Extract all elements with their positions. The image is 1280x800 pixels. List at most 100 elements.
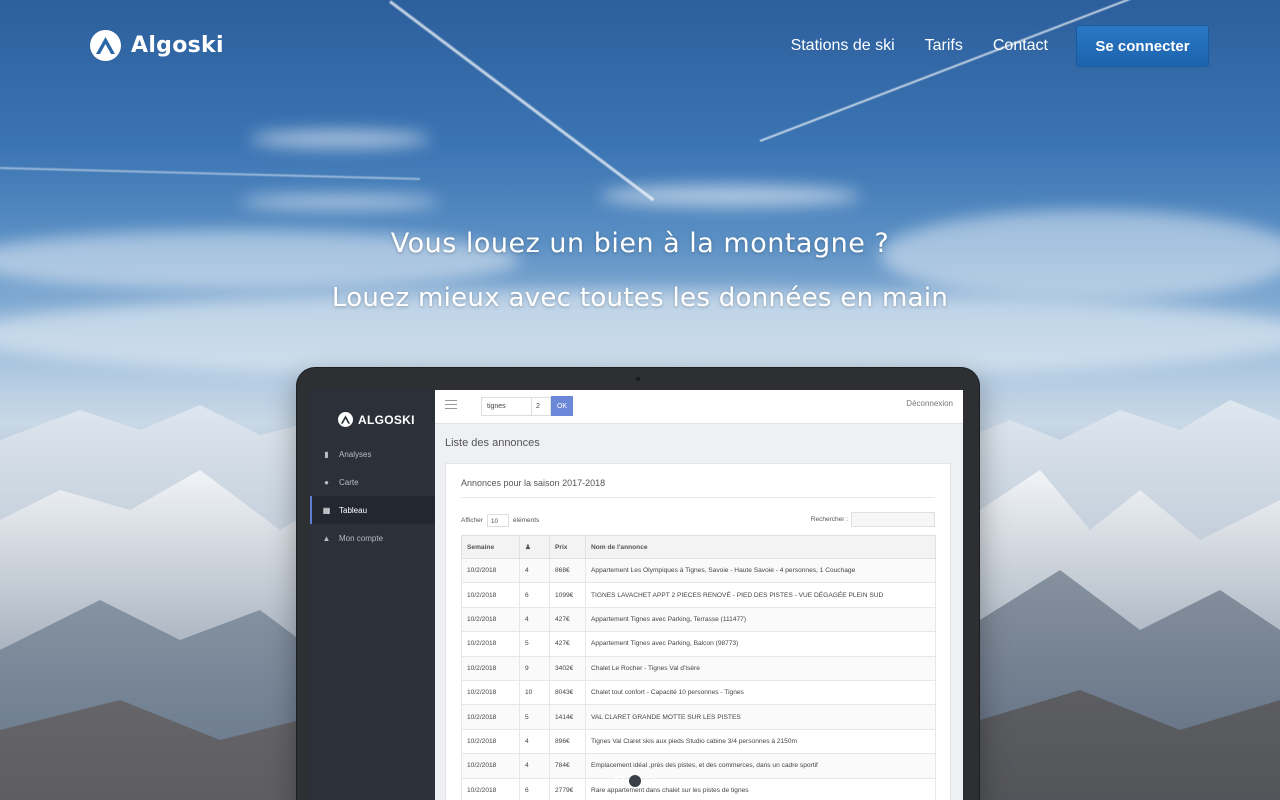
carousel-indicators [614,775,656,787]
cell-capacity: 4 [519,606,550,633]
count-select[interactable]: 2 [531,397,551,416]
user-icon: ▲ [322,533,331,543]
search-input[interactable] [851,512,935,527]
cell-prix: 427€ [549,606,586,633]
cell-prix: 868€ [549,557,586,584]
cell-prix: 8043€ [549,679,586,706]
sidebar-item-carte[interactable]: ● Carte [310,468,435,496]
cloud [250,130,430,148]
nav-link-contact[interactable]: Contact [993,37,1048,55]
table-row[interactable]: 10/2/2018 9 3402€ Chalet Le Rocher - Tignes… [461,655,936,681]
grid-icon: ▦ [322,505,331,515]
table-row[interactable]: 10/2/2018 4 868€ Appartement Les Olympiques… [461,557,936,584]
listings-table: Semaine ♟ Prix Nom de l'annonce 10/2/201… [461,535,936,800]
cell-semaine: 10/2/2018 [461,582,520,608]
cell-semaine: 10/2/2018 [461,606,520,633]
column-header-semaine[interactable]: Semaine [461,535,520,559]
camera-dot [636,377,640,381]
app-sidebar: ALGOSKI ▮ Analyses ● Carte ▦ Tableau ▲ M… [310,390,435,800]
mountain-logo-icon [90,30,121,61]
table-row[interactable]: 10/2/2018 4 784€ Emplacement idéal ,près de… [461,753,936,779]
app-topbar: tignes 2 OK Déconnexion [435,390,963,424]
sidebar-item-label: Tableau [339,505,368,515]
cell-semaine: 10/2/2018 [461,679,520,706]
cell-nom: VAL CLARET GRANDE MOTTE SUR LES PISTES [585,704,936,730]
cell-capacity: 5 [519,704,550,730]
sidebar-item-tableau[interactable]: ▦ Tableau [310,496,435,524]
station-select[interactable]: tignes [481,397,533,416]
cell-capacity: 10 [519,679,550,706]
cell-capacity: 4 [519,557,550,584]
column-header-prix[interactable]: Prix [549,535,586,559]
laptop-mockup: ALGOSKI ▮ Analyses ● Carte ▦ Tableau ▲ M… [297,368,979,800]
table-row[interactable]: 10/2/2018 5 427€ Appartement Tignes avec Pa… [461,631,936,657]
page-length-control: Afficher 10 éléments [461,514,539,527]
carousel-dot[interactable] [645,775,656,787]
app-logo: ALGOSKI [310,390,435,440]
cell-prix: 784€ [549,753,586,779]
table-row[interactable]: 10/2/2018 10 8043€ Chalet tout confort - Ca… [461,679,936,706]
mountain-logo-icon [338,412,353,427]
hamburger-menu-icon[interactable] [445,400,457,409]
nav-link-stations[interactable]: Stations de ski [791,37,895,55]
cell-nom: TIGNES LAVACHET APPT 2 PIECES RENOVÉ - P… [585,582,936,608]
cell-capacity: 6 [519,777,550,800]
cell-semaine: 10/2/2018 [461,655,520,681]
page-title: Liste des annonces [445,437,540,449]
cell-semaine: 10/2/2018 [461,704,520,730]
sidebar-item-mon-compte[interactable]: ▲ Mon compte [310,524,435,552]
carousel-dot-active[interactable] [629,775,641,787]
app-screenshot: ALGOSKI ▮ Analyses ● Carte ▦ Tableau ▲ M… [310,390,963,800]
cell-nom: Chalet Le Rocher - Tignes Val d'Isère [585,655,936,681]
logout-link[interactable]: Déconnexion [906,399,953,408]
cell-prix: 3402€ [549,655,586,681]
table-row[interactable]: 10/2/2018 5 1414€ VAL CLARET GRANDE MOTTE S… [461,704,936,730]
column-header-nom[interactable]: Nom de l'annonce [585,535,936,559]
cell-nom: Chalet tout confort - Capacité 10 person… [585,679,936,706]
listings-panel: Annonces pour la saison 2017-2018 Affich… [445,463,951,800]
cell-prix: 2779€ [549,777,586,800]
sidebar-item-label: Mon compte [339,533,384,543]
app-brand-name: ALGOSKI [358,412,415,427]
table-row[interactable]: 10/2/2018 4 427€ Appartement Tignes avec Pa… [461,606,936,633]
cell-prix: 427€ [549,631,586,657]
table-row[interactable]: 10/2/2018 4 896€ Tignes Val Claret skis aux… [461,728,936,755]
cell-capacity: 9 [519,655,550,681]
login-button[interactable]: Se connecter [1076,25,1209,67]
carousel-dot[interactable] [614,775,625,787]
sidebar-item-label: Carte [339,477,359,487]
top-nav: Algoski Stations de ski Tarifs Contact S… [0,0,1280,94]
table-body: 10/2/2018 4 868€ Appartement Les Olympiques… [461,557,936,800]
divider [461,497,935,498]
cell-semaine: 10/2/2018 [461,557,520,584]
nav-links: Stations de ski Tarifs Contact [791,37,1048,55]
page-length-select[interactable]: 10 [486,514,509,527]
show-suffix: éléments [512,517,540,524]
nav-link-tarifs[interactable]: Tarifs [925,37,963,55]
map-pin-icon: ● [324,477,329,487]
search-label: Rechercher : [810,516,848,523]
cell-semaine: 10/2/2018 [461,631,520,657]
cell-prix: 1099€ [549,582,586,608]
sidebar-item-analyses[interactable]: ▮ Analyses [310,440,435,468]
cell-nom: Appartement Tignes avec Parking, Terrass… [585,606,936,633]
column-header-capacity[interactable]: ♟ [519,535,550,559]
table-header-row: Semaine ♟ Prix Nom de l'annonce [461,535,936,559]
ok-button[interactable]: OK [551,396,573,416]
cell-capacity: 4 [519,728,550,755]
table-row[interactable]: 10/2/2018 6 2779€ Rare appartement dans cha… [461,777,936,800]
cell-prix: 1414€ [549,704,586,730]
cell-semaine: 10/2/2018 [461,753,520,779]
table-row[interactable]: 10/2/2018 6 1099€ TIGNES LAVACHET APPT 2 PI… [461,582,936,608]
cell-nom: Tignes Val Claret skis aux pieds Studio … [585,728,936,755]
brand-name: Algoski [131,33,224,58]
app-main: tignes 2 OK Déconnexion Liste des annonc… [435,390,963,800]
show-prefix: Afficher [461,517,483,524]
cell-semaine: 10/2/2018 [461,728,520,755]
bar-chart-icon: ▮ [324,449,329,459]
person-icon: ♟ [525,544,531,551]
brand-logo[interactable]: Algoski [90,30,224,61]
cell-capacity: 4 [519,753,550,779]
cell-prix: 896€ [549,728,586,755]
cell-capacity: 5 [519,631,550,657]
